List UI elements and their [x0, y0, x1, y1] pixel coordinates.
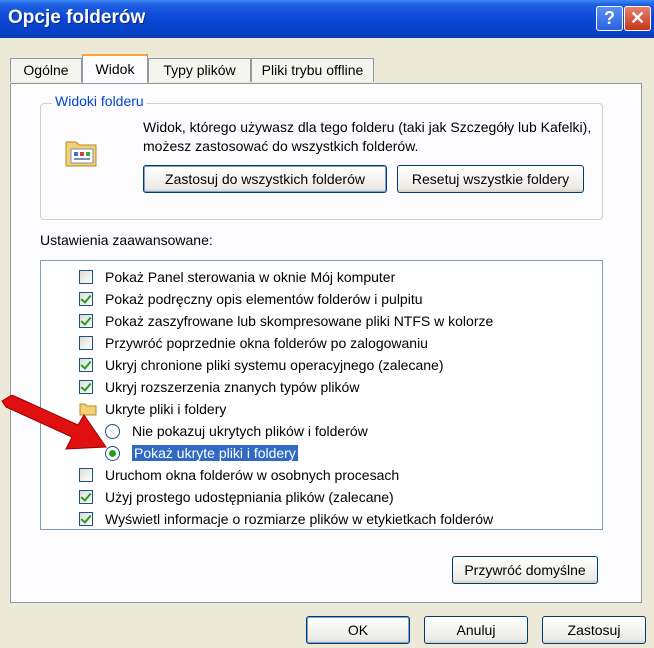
list-item[interactable]: Pokaż zaszyfrowane lub skompresowane pli… — [41, 311, 581, 333]
button-label: Anuluj — [456, 622, 496, 638]
list-item[interactable]: Wyświetl informacje o rozmiarze plików w… — [41, 509, 581, 529]
checkbox[interactable] — [79, 314, 93, 328]
list-item-label: Uruchom okna folderów w osobnych procesa… — [105, 467, 400, 483]
tab-view[interactable]: Widok — [82, 54, 148, 83]
list-item[interactable]: Uruchom okna folderów w osobnych procesa… — [41, 465, 581, 487]
apply-to-all-folders-button[interactable]: Zastosuj do wszystkich folderów — [143, 165, 387, 193]
red-arrow-icon — [1, 395, 107, 450]
list-item-label: Przywróć poprzednie okna folderów po zal… — [105, 335, 428, 351]
restore-defaults-button[interactable]: Przywróć domyślne — [452, 556, 598, 584]
title-bar: Opcje folderów ? ✕ — [0, 0, 654, 38]
checkbox[interactable] — [79, 270, 93, 284]
button-label: Zastosuj do wszystkich folderów — [165, 171, 365, 187]
checkbox[interactable] — [79, 358, 93, 372]
cancel-button[interactable]: Anuluj — [424, 616, 528, 644]
list-item[interactable]: Pokaż Panel sterowania w oknie Mój kompu… — [41, 267, 581, 289]
checkbox[interactable] — [79, 336, 93, 350]
advanced-settings-list[interactable]: Pokaż Panel sterowania w oknie Mój kompu… — [40, 260, 603, 530]
list-item-label: Ukryj rozszerzenia znanych typów plików — [105, 379, 360, 395]
list-item-label: Nie pokazuj ukrytych plików i folderów — [132, 423, 368, 439]
window-title: Opcje folderów — [8, 7, 146, 28]
list-item-label: Ukryte pliki i foldery — [105, 401, 227, 417]
tab-offline-files[interactable]: Pliki trybu offline — [251, 58, 374, 82]
checkbox[interactable] — [79, 512, 93, 526]
tab-label: Typy plików — [163, 62, 236, 78]
list-item-label: Pokaż zaszyfrowane lub skompresowane pli… — [105, 313, 494, 329]
advanced-settings-label: Ustawienia zaawansowane: — [40, 232, 213, 248]
folder-views-icon — [65, 141, 97, 167]
folder-views-description: Widok, którego używasz dla tego folderu … — [143, 119, 592, 154]
tab-file-types[interactable]: Typy plików — [148, 58, 251, 82]
list-item[interactable]: Pokaż podręczny opis elementów folderów … — [41, 289, 581, 311]
list-item-label: Wyświetl informacje o rozmiarze plików w… — [105, 511, 494, 527]
tab-label: Widok — [95, 61, 135, 77]
list-item-label: Pokaż ukryte pliki i foldery — [131, 444, 299, 462]
list-item[interactable]: Ukryj chronione pliki systemu operacyjne… — [41, 355, 581, 377]
help-icon: ? — [604, 8, 615, 28]
list-item-label: Użyj prostego udostępniania plików (zale… — [105, 489, 394, 505]
checkbox[interactable] — [79, 380, 93, 394]
apply-button[interactable]: Zastosuj — [542, 616, 646, 644]
reset-all-folders-button[interactable]: Resetuj wszystkie foldery — [397, 165, 584, 193]
tab-label: Ogólne — [23, 62, 69, 78]
button-label: Resetuj wszystkie foldery — [411, 171, 570, 187]
close-button[interactable]: ✕ — [624, 6, 651, 31]
group-legend: Widoki folderu — [52, 93, 147, 109]
tab-label: Pliki trybu offline — [261, 62, 364, 78]
list-item[interactable]: Ukryj rozszerzenia znanych typów plików — [41, 377, 581, 399]
list-item[interactable]: Użyj prostego udostępniania plików (zale… — [41, 487, 581, 509]
list-item-label: Pokaż Panel sterowania w oknie Mój kompu… — [105, 269, 396, 285]
checkbox[interactable] — [79, 292, 93, 306]
button-label: Zastosuj — [567, 622, 621, 638]
list-item-label: Ukryj chronione pliki systemu operacyjne… — [105, 357, 444, 373]
list-item[interactable]: Przywróć poprzednie okna folderów po zal… — [41, 333, 581, 355]
ok-button[interactable]: OK — [306, 616, 410, 644]
list-item[interactable]: Nie pokazuj ukrytych plików i folderów — [41, 421, 581, 443]
tab-general[interactable]: Ogólne — [10, 58, 82, 82]
list-item[interactable]: Pokaż ukryte pliki i foldery — [41, 443, 581, 465]
list-item-label: Pokaż podręczny opis elementów folderów … — [105, 291, 423, 307]
button-label: Przywróć domyślne — [464, 562, 586, 578]
help-button[interactable]: ? — [596, 6, 623, 31]
button-label: OK — [347, 622, 369, 638]
checkbox[interactable] — [79, 468, 93, 482]
list-item-group: Ukryte pliki i foldery — [41, 399, 581, 421]
close-icon: ✕ — [629, 8, 646, 28]
checkbox[interactable] — [79, 490, 93, 504]
